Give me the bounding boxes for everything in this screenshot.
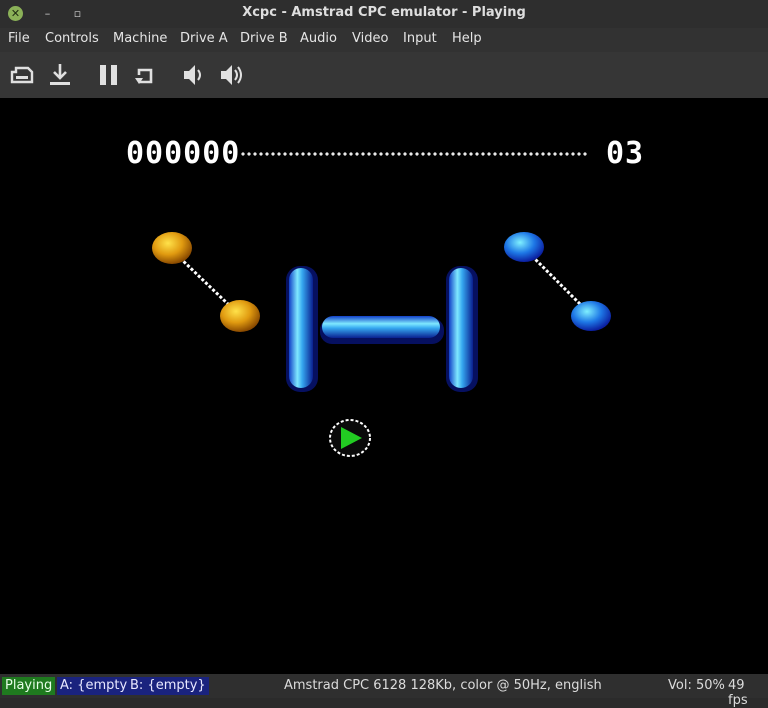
machine-info: Amstrad CPC 6128 128Kb, color @ 50Hz, en…	[284, 678, 602, 693]
pause-icon[interactable]	[94, 60, 124, 90]
volume-readout: Vol: 50%	[668, 678, 725, 693]
reset-icon[interactable]	[131, 60, 161, 90]
orange-atom-2	[220, 300, 260, 332]
snapshot-save-icon[interactable]	[45, 60, 75, 90]
status-state-badge: Playing	[2, 677, 56, 695]
menu-drive-a[interactable]: Drive A	[180, 31, 228, 46]
menu-help[interactable]: Help	[452, 31, 482, 46]
blue-atom-1	[504, 232, 544, 262]
menu-file[interactable]: File	[8, 31, 30, 46]
menu-machine[interactable]: Machine	[113, 31, 167, 46]
menu-video[interactable]: Video	[352, 31, 388, 46]
blue-atom-2	[571, 301, 611, 331]
game-graphics	[152, 232, 611, 457]
volume-up-icon[interactable]	[217, 60, 247, 90]
window-title: Xcpc - Amstrad CPC emulator - Playing	[242, 5, 526, 20]
drive-b-badge: B: {empty}	[127, 677, 209, 695]
blue-bond	[530, 254, 584, 308]
snapshot-load-icon[interactable]	[7, 60, 37, 90]
h-right-pill	[449, 268, 473, 388]
orange-atom-1	[152, 232, 192, 264]
emulator-screen[interactable]: 000000 03	[0, 98, 768, 674]
fps-readout: 49 fps	[728, 678, 748, 708]
menu-bar: File Controls Machine Drive A Drive B Au…	[0, 28, 768, 52]
menu-drive-b[interactable]: Drive B	[240, 31, 288, 46]
menu-controls[interactable]: Controls	[45, 31, 99, 46]
volume-down-icon[interactable]	[180, 60, 210, 90]
orange-bond	[178, 256, 232, 308]
menu-audio[interactable]: Audio	[300, 31, 337, 46]
status-bar: Playing A: {empty} B: {empty} Amstrad CP…	[0, 674, 768, 708]
menu-input[interactable]: Input	[403, 31, 437, 46]
h-bar-pill	[322, 316, 440, 338]
title-bar: ✕ – ▫ Xcpc - Amstrad CPC emulator - Play…	[0, 0, 768, 28]
toolbar	[0, 52, 768, 98]
h-left-pill	[289, 268, 313, 388]
